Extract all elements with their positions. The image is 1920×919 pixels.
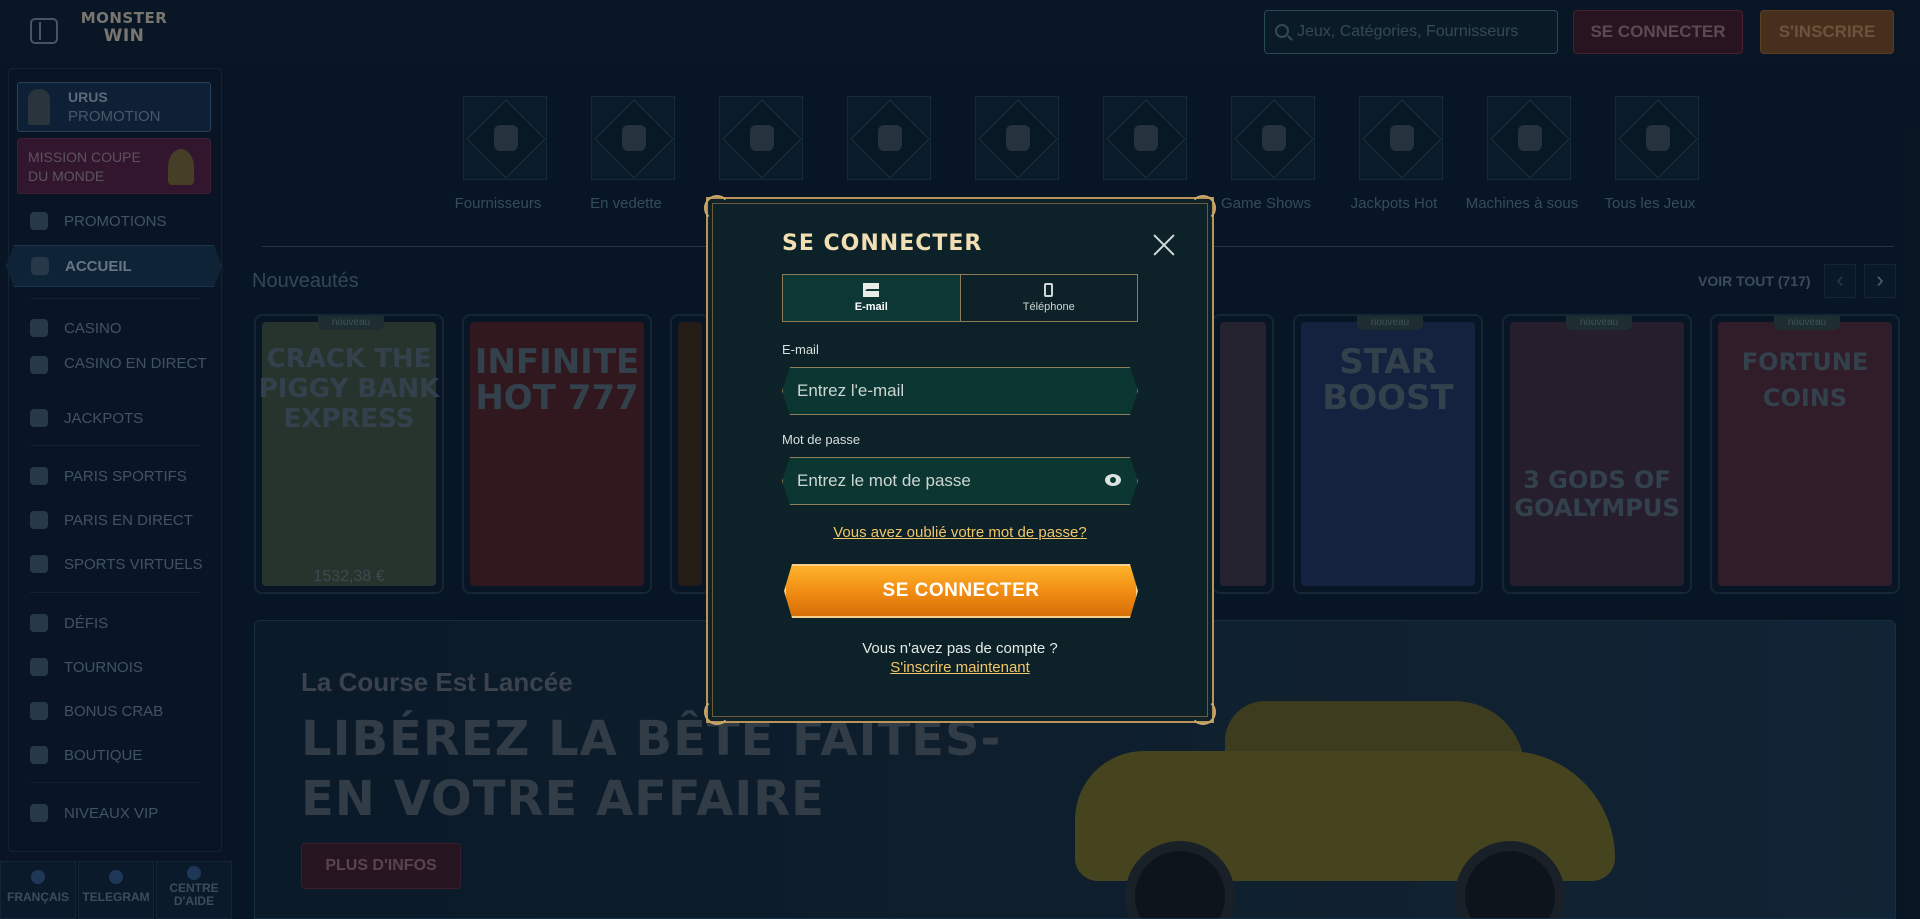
tab-label: E-mail	[854, 301, 888, 313]
app-root: MONSTER WIN Jeux, Catégories, Fournisseu…	[0, 0, 1920, 919]
signup-link[interactable]: S'inscrire maintenant	[708, 659, 1212, 676]
password-field-wrapper	[782, 457, 1138, 505]
password-field[interactable]	[797, 458, 1097, 504]
email-label: E-mail	[782, 342, 819, 357]
ornament-corner	[1190, 195, 1216, 221]
tab-email[interactable]: E-mail	[783, 275, 961, 321]
login-modal: SE CONNECTER E-mail Téléphone E-mail Mot…	[704, 195, 1216, 725]
no-account-text: Vous n'avez pas de compte ?	[862, 640, 1058, 657]
eye-icon[interactable]	[1105, 474, 1121, 486]
ornament-corner	[704, 195, 730, 221]
tab-label: Téléphone	[1022, 301, 1075, 313]
envelope-icon	[863, 283, 882, 297]
modal-title: SE CONNECTER	[782, 231, 983, 256]
ornament-corner	[704, 699, 730, 725]
email-field-wrapper	[782, 367, 1138, 415]
login-method-tabs: E-mail Téléphone	[782, 274, 1138, 322]
forgot-password-link[interactable]: Vous avez oublié votre mot de passe?	[708, 524, 1212, 541]
login-submit-button[interactable]: SE CONNECTER	[784, 564, 1138, 618]
ornament-corner	[1190, 699, 1216, 725]
tab-phone[interactable]: Téléphone	[961, 275, 1138, 321]
close-icon[interactable]	[1152, 233, 1176, 257]
password-label: Mot de passe	[782, 432, 861, 447]
phone-icon	[1044, 283, 1054, 297]
email-field[interactable]	[797, 368, 1097, 414]
